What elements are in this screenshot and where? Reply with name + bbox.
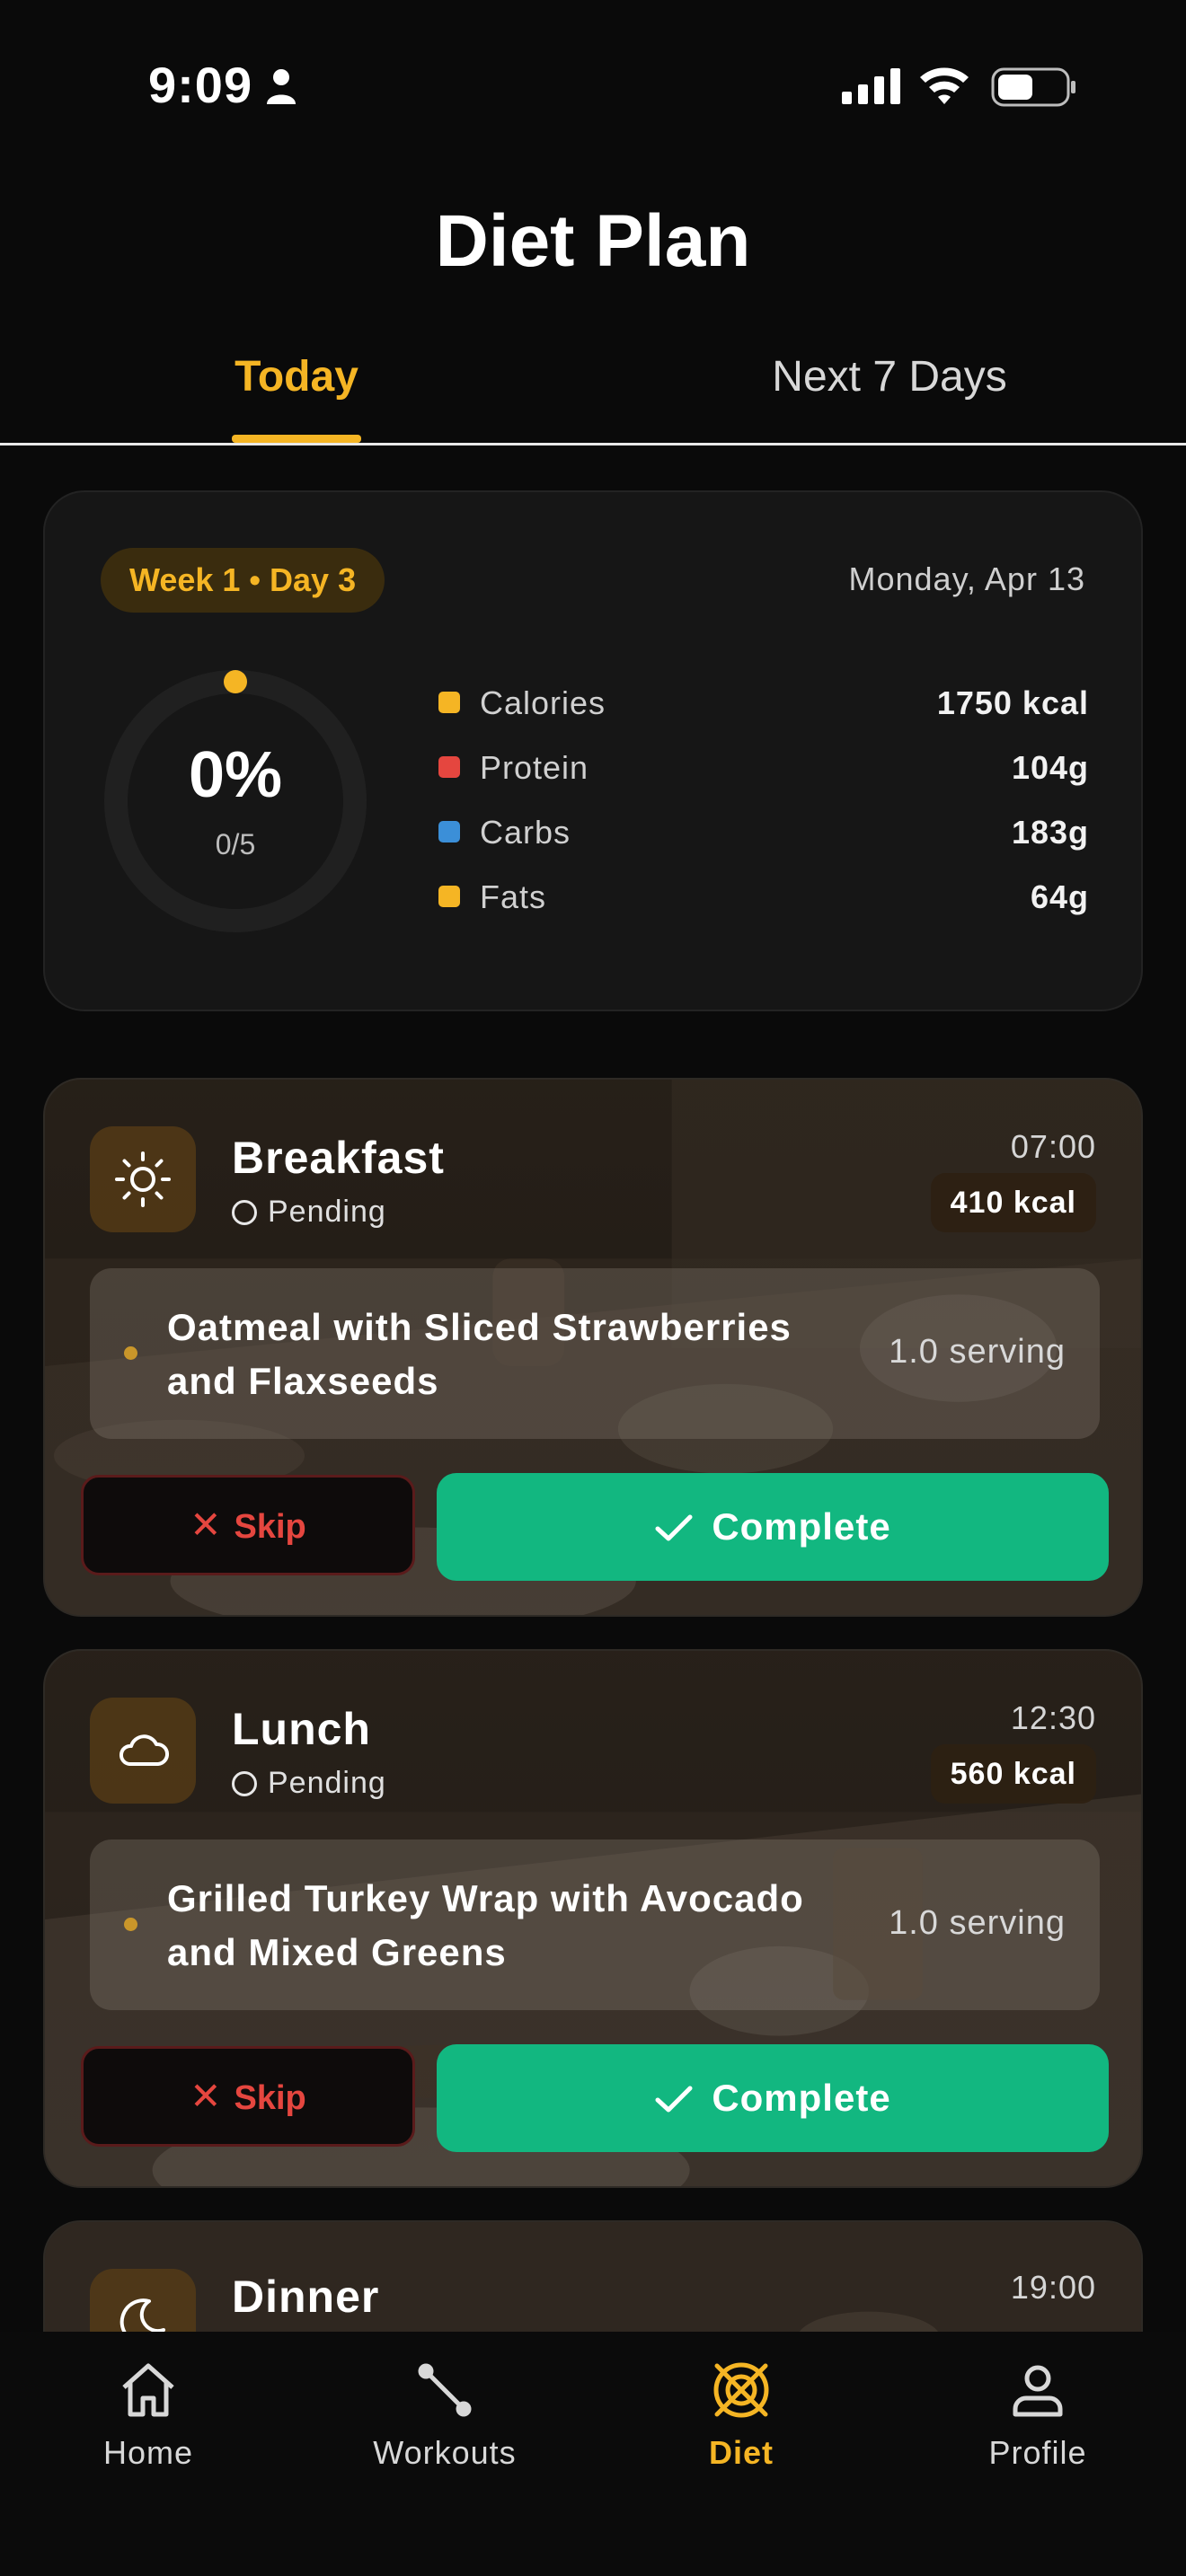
meal-time: 12:30 — [1010, 1699, 1096, 1736]
diet-icon — [713, 2362, 769, 2418]
complete-button[interactable]: Complete — [437, 2044, 1109, 2152]
macro-label: Carbs — [480, 814, 571, 851]
pending-circle-icon — [232, 1200, 257, 1225]
food-item[interactable]: Grilled Turkey Wrap with Avocado and Mix… — [90, 1839, 1100, 2010]
meal-status: Pending — [232, 1195, 386, 1230]
nav-item-diet[interactable]: Diet — [633, 2357, 849, 2472]
macro-label: Fats — [480, 878, 547, 915]
meal-kcal-badge: 560 kcal — [930, 1744, 1096, 1804]
nav-item-profile[interactable]: Profile — [930, 2357, 1146, 2472]
dumbbell-icon — [418, 2363, 472, 2417]
meal-card-lunch: Lunch Pending 12:30 560 kcal Grilled Tur… — [43, 1649, 1143, 2188]
check-icon — [655, 1514, 693, 1541]
diet-plan-screen: 9:09 Diet Plan Today Next 7 Days Week 1 … — [0, 0, 1186, 2576]
skip-label: Skip — [234, 1508, 306, 1546]
meal-title: Breakfast — [232, 1133, 445, 1183]
profile-icon — [1013, 2365, 1063, 2417]
meal-kcal-badge: 410 kcal — [930, 1173, 1096, 1232]
skip-button[interactable]: ✕ Skip — [81, 1475, 415, 1575]
progress-percent: 0% — [188, 739, 283, 811]
meal-photo-background — [45, 2222, 1141, 2337]
status-time: 9:09 — [148, 57, 253, 113]
nav-label: Profile — [988, 2434, 1087, 2471]
meal-time: 07:00 — [1010, 1128, 1096, 1165]
macro-value: 183g — [1011, 814, 1089, 851]
macro-row-carbs: Carbs 183g — [431, 807, 1089, 860]
meal-title: Lunch — [232, 1704, 371, 1754]
meal-icon-container — [90, 1126, 196, 1232]
current-date: Monday, Apr 13 — [848, 560, 1085, 597]
nav-item-workouts[interactable]: Workouts — [337, 2357, 553, 2472]
complete-label: Complete — [712, 1505, 891, 1548]
macro-row-calories: Calories 1750 kcal — [431, 677, 1089, 731]
macro-value: 1750 kcal — [936, 684, 1089, 721]
calories-dot — [438, 692, 460, 713]
daily-summary-card: Week 1 • Day 3 Monday, Apr 13 0% 0/5 Cal… — [43, 490, 1143, 1011]
wifi-icon — [920, 67, 969, 104]
meal-title: Dinner — [232, 2272, 380, 2322]
macro-row-protein: Protein 104g — [431, 742, 1089, 796]
close-icon: ✕ — [190, 1504, 222, 1546]
week-day-badge: Week 1 • Day 3 — [101, 548, 385, 613]
nav-item-home[interactable]: Home — [40, 2357, 256, 2472]
moon-icon — [119, 2298, 165, 2337]
status-bar: 9:09 — [0, 0, 1186, 171]
complete-label: Complete — [712, 2077, 891, 2119]
meal-card-dinner[interactable]: Dinner 19:00 — [43, 2220, 1143, 2337]
food-bullet — [124, 1346, 137, 1360]
meal-status-label: Pending — [268, 1766, 386, 1800]
person-icon — [267, 69, 296, 104]
check-icon — [655, 2086, 693, 2113]
page-title: Diet Plan — [435, 200, 751, 282]
food-item[interactable]: Oatmeal with Sliced Strawberries and Fla… — [90, 1268, 1100, 1439]
meal-icon-container — [90, 2269, 196, 2337]
fats-dot — [438, 886, 460, 907]
tab-bar: Today Next 7 Days — [0, 341, 1186, 446]
pending-circle-icon — [232, 1771, 257, 1796]
food-serving: 1.0 serving — [889, 1904, 1066, 1942]
nav-label: Diet — [708, 2434, 774, 2471]
skip-button[interactable]: ✕ Skip — [81, 2046, 415, 2147]
macro-label: Protein — [480, 749, 589, 786]
signal-icon — [842, 68, 900, 104]
meal-status-label: Pending — [268, 1195, 386, 1229]
close-icon: ✕ — [190, 2075, 222, 2117]
bottom-navigation: Home Workouts Diet Profile — [0, 2332, 1186, 2576]
meal-icon-container — [90, 1698, 196, 1804]
nav-label: Home — [102, 2434, 194, 2471]
meal-card-breakfast: Breakfast Pending 07:00 410 kcal Oatmeal… — [43, 1078, 1143, 1617]
macro-value: 64g — [1030, 878, 1089, 915]
progress-count: 0/5 — [215, 828, 256, 860]
complete-button[interactable]: Complete — [437, 1473, 1109, 1581]
food-serving: 1.0 serving — [889, 1333, 1066, 1371]
home-icon — [122, 2363, 174, 2417]
battery-icon — [991, 67, 1075, 107]
food-bullet — [124, 1918, 137, 1931]
skip-label: Skip — [234, 2079, 306, 2117]
tab-today[interactable]: Today — [180, 352, 413, 446]
meal-status: Pending — [232, 1766, 386, 1801]
macro-value: 104g — [1011, 749, 1089, 786]
carbs-dot — [438, 821, 460, 842]
meal-time: 19:00 — [1010, 2269, 1096, 2306]
nav-label: Workouts — [373, 2434, 517, 2471]
macro-label: Calories — [480, 684, 606, 721]
cloud-icon — [119, 1734, 170, 1766]
food-name: Grilled Turkey Wrap with Avocado and Mix… — [167, 1877, 804, 1973]
macro-row-fats: Fats 64g — [431, 871, 1089, 925]
food-name: Oatmeal with Sliced Strawberries and Fla… — [167, 1306, 792, 1402]
protein-dot — [438, 756, 460, 778]
sun-icon — [115, 1151, 171, 1207]
tab-next-7-days[interactable]: Next 7 Days — [746, 352, 1033, 446]
active-tab-indicator — [232, 435, 361, 443]
